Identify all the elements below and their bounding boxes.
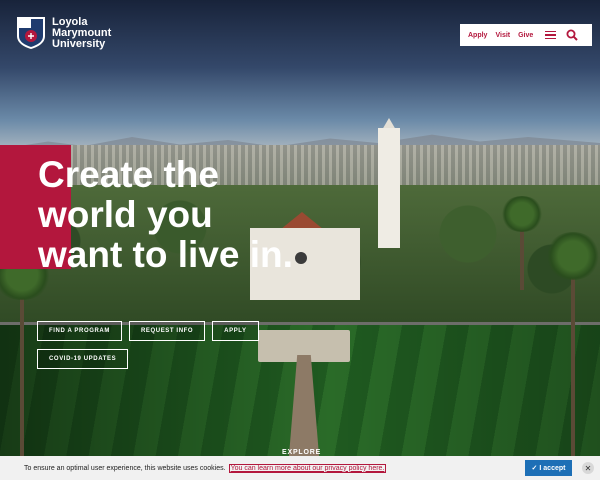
headline-line-2: world you: [38, 194, 213, 235]
university-logo-link[interactable]: Loyola Marymount University: [16, 16, 111, 50]
apply-button[interactable]: APPLY: [212, 321, 259, 341]
visit-link[interactable]: Visit: [495, 32, 510, 39]
cookie-message: To ensure an optimal user experience, th…: [24, 464, 226, 472]
privacy-policy-link[interactable]: You can learn more about our privacy pol…: [228, 463, 387, 473]
headline-line-1: Create the: [38, 154, 219, 195]
accept-label: I accept: [539, 464, 566, 472]
hero-cta-row: FIND A PROGRAM REQUEST INFO APPLY: [37, 321, 259, 341]
request-info-button[interactable]: REQUEST INFO: [128, 321, 206, 341]
hamburger-menu-icon[interactable]: [545, 30, 557, 40]
hero-headline: Create the world you want to live in.: [38, 155, 338, 275]
checkmark-icon: ✓: [531, 465, 538, 472]
give-link[interactable]: Give: [518, 32, 533, 39]
apply-link[interactable]: Apply: [468, 32, 487, 39]
shield-crest-icon: [17, 17, 45, 49]
close-icon[interactable]: ✕: [582, 462, 594, 474]
explore-link[interactable]: EXPLORE: [282, 449, 321, 456]
search-icon[interactable]: [566, 29, 579, 41]
headline-line-3: want to live in.: [38, 234, 293, 275]
find-a-program-button[interactable]: FIND A PROGRAM: [37, 321, 122, 341]
cookie-banner: To ensure an optimal user experience, th…: [0, 456, 600, 480]
covid-19-updates-button[interactable]: COVID-19 UPDATES: [37, 349, 129, 369]
utility-nav: Apply Visit Give: [460, 24, 592, 46]
logo-line-3: University: [52, 38, 106, 50]
accept-cookies-button[interactable]: ✓ I accept: [525, 460, 572, 476]
